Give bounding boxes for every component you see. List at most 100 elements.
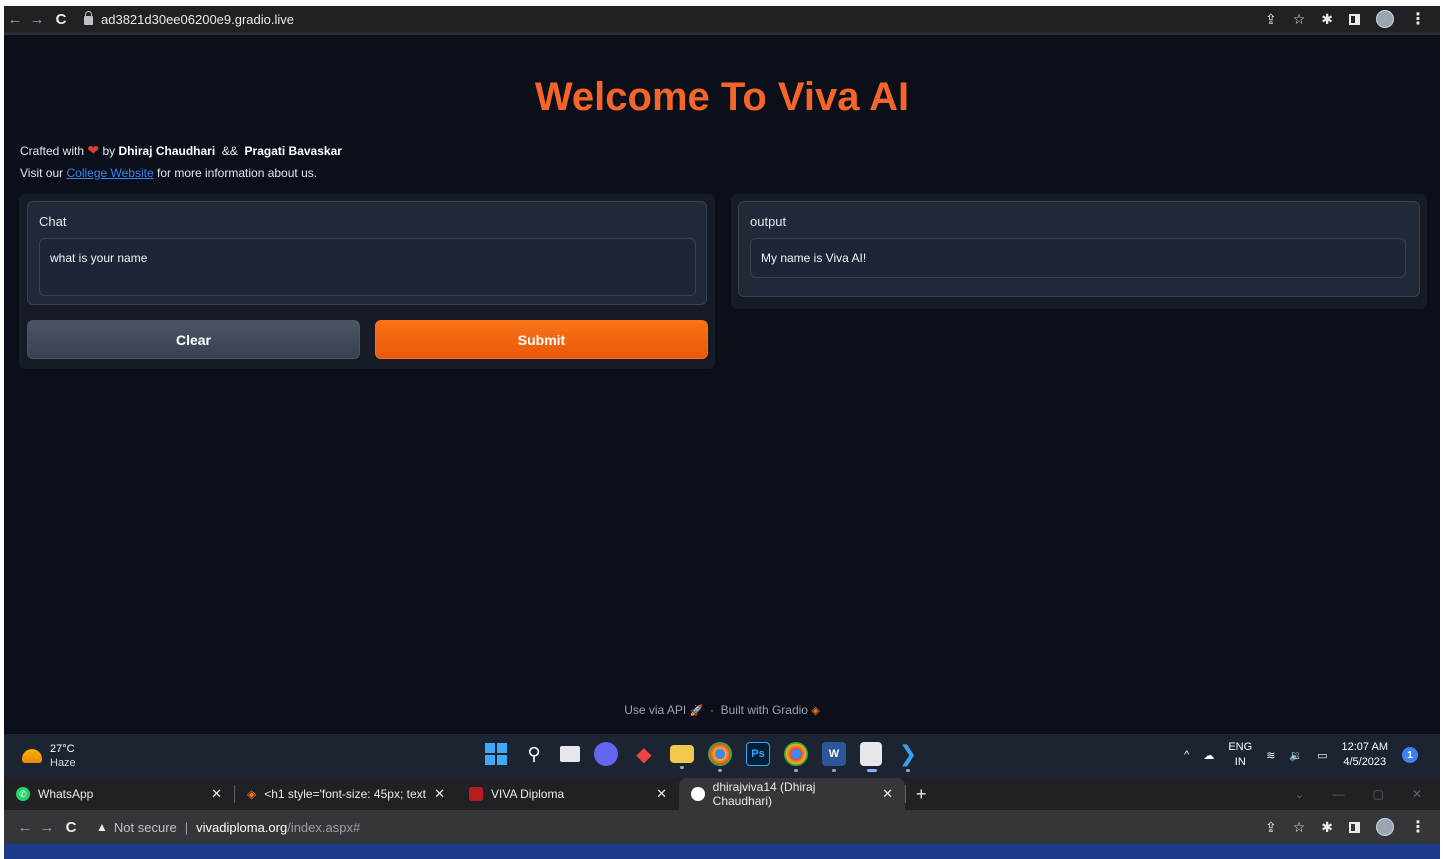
windows-start-icon[interactable] (484, 742, 508, 766)
warning-triangle-icon[interactable]: ▲ (96, 820, 108, 834)
clock[interactable]: 12:07 AM 4/5/2023 (1342, 740, 1388, 770)
lang-top: ENG (1228, 741, 1253, 753)
tab-whatsapp[interactable]: ✆ WhatsApp ✕ (4, 778, 234, 810)
output-textbox[interactable]: My name is Viva AI! (750, 238, 1406, 278)
not-secure-label[interactable]: Not secure (114, 820, 177, 835)
toolbar-right-icons-2: ⇪ ☆ ✱ ⋮ (1265, 817, 1440, 837)
output-column: output My name is Viva AI! (731, 194, 1427, 309)
address-url: ad3821d30ee06200e9.gradio.live (101, 11, 295, 27)
weather-haze-icon (22, 749, 42, 763)
onedrive-cloud-icon[interactable]: ☁ (1203, 749, 1214, 762)
back-arrow-icon[interactable]: ← (4, 6, 26, 32)
tab-viva-diploma[interactable]: VIVA Diploma ✕ (457, 778, 679, 810)
output-label: output (750, 214, 787, 229)
built-with-gradio-link[interactable]: Built with Gradio (721, 703, 808, 717)
share-icon[interactable]: ⇪ (1265, 11, 1277, 28)
minimize-icon[interactable]: — (1333, 787, 1345, 801)
credits: Crafted with ❤ by Dhiraj Chaudhari && Pr… (20, 139, 342, 184)
search-icon[interactable]: ⚲ (522, 742, 546, 766)
vscode-icon[interactable]: ❯ (896, 741, 920, 772)
task-view-icon[interactable] (560, 746, 580, 762)
reload-icon[interactable]: C (50, 6, 72, 32)
extensions-puzzle-icon[interactable]: ✱ (1321, 11, 1333, 28)
extensions-puzzle-icon[interactable]: ✱ (1321, 819, 1333, 836)
visit-line: Visit our College Website for more infor… (20, 162, 342, 184)
browser-toolbar-2: ← → C ▲ Not secure | vivadiploma.org/ind… (4, 810, 1440, 844)
file-explorer-icon[interactable] (670, 745, 694, 769)
share-icon[interactable]: ⇪ (1265, 819, 1277, 836)
bookmark-star-icon[interactable]: ☆ (1293, 11, 1306, 28)
weather-widget[interactable]: 27°C Haze (22, 742, 76, 770)
bookmark-star-icon[interactable]: ☆ (1293, 819, 1306, 836)
url-path: /index.aspx# (287, 819, 361, 835)
maximize-icon[interactable]: ▢ (1373, 787, 1384, 801)
browser-toolbar: ← → C ad3821d30ee06200e9.gradio.live ⇪ ☆… (4, 6, 1440, 32)
tab-label: WhatsApp (38, 787, 94, 801)
address-url-2[interactable]: vivadiploma.org/index.aspx# (196, 820, 360, 835)
forward-arrow-icon[interactable]: → (26, 6, 48, 32)
authors-and: && (221, 144, 238, 158)
snipping-tool-icon[interactable] (860, 742, 882, 772)
reload-icon[interactable]: C (60, 814, 82, 840)
weather-desc: Haze (50, 757, 76, 769)
gradio-app: Welcome To Viva AI Crafted with ❤ by Dhi… (4, 32, 1440, 734)
language-indicator[interactable]: ENG IN (1228, 740, 1252, 770)
heart-icon: ❤ (87, 142, 100, 158)
photoshop-icon[interactable]: Ps (746, 742, 770, 766)
input-column: Chat what is your name Clear Submit (19, 194, 715, 369)
author-2: Pragati Bavaskar (244, 144, 342, 158)
submit-button[interactable]: Submit (375, 320, 708, 359)
menu-dots-icon[interactable]: ⋮ (1410, 9, 1426, 29)
back-arrow-icon[interactable]: ← (14, 814, 36, 840)
tab-label: VIVA Diploma (491, 787, 565, 801)
close-tab-icon[interactable]: ✕ (656, 786, 667, 802)
college-website-link[interactable]: College Website (66, 166, 153, 180)
tray-chevron-icon[interactable]: ^ (1184, 749, 1189, 761)
output-block: output My name is Viva AI! (738, 201, 1420, 297)
chrome-icon[interactable] (708, 742, 732, 772)
close-tab-icon[interactable]: ✕ (211, 786, 222, 802)
tab-label: <h1 style='font-size: 45px; text-a (264, 787, 427, 801)
close-tab-icon[interactable]: ✕ (434, 786, 445, 802)
chat-input[interactable]: what is your name (39, 238, 696, 296)
profile-avatar-icon[interactable] (1376, 10, 1394, 28)
windows-taskbar: 27°C Haze ⚲ ◆ Ps W ❯ ^ ☁ ENG IN ≋ 🔉 ▭ 12… (4, 734, 1440, 778)
close-window-icon[interactable]: ✕ (1412, 787, 1422, 801)
word-icon[interactable]: W (822, 742, 846, 772)
chat-block: Chat what is your name (27, 201, 707, 305)
menu-dots-icon[interactable]: ⋮ (1410, 817, 1426, 837)
page-content-strip (4, 844, 1440, 859)
lang-bottom: IN (1234, 756, 1246, 768)
tab-gradio[interactable]: ◈ <h1 style='font-size: 45px; text-a ✕ (235, 778, 457, 810)
clock-time: 12:07 AM (1341, 741, 1388, 753)
use-via-api-link[interactable]: Use via API (624, 703, 686, 717)
visit-prefix: Visit our (20, 166, 64, 180)
address-bar[interactable]: ad3821d30ee06200e9.gradio.live (84, 9, 294, 29)
chat-label: Chat (39, 214, 67, 229)
clear-button[interactable]: Clear (27, 320, 360, 359)
chat-teams-icon[interactable] (594, 742, 618, 766)
gradio-logo-icon: ◈ (811, 705, 820, 717)
lock-icon (84, 11, 93, 25)
wifi-icon[interactable]: ≋ (1266, 749, 1275, 762)
rocket-icon: 🚀 (689, 705, 704, 717)
side-panel-icon[interactable] (1349, 13, 1360, 25)
profile-avatar-icon[interactable] (1376, 818, 1394, 836)
side-panel-icon[interactable] (1349, 821, 1360, 833)
clock-date: 4/5/2023 (1343, 756, 1387, 768)
notification-badge[interactable]: 1 (1402, 747, 1418, 763)
weather-temp: 27°C (50, 743, 75, 755)
close-tab-icon[interactable]: ✕ (882, 786, 893, 802)
system-tray: ^ ☁ ENG IN ≋ 🔉 ▭ 12:07 AM 4/5/2023 1 (1184, 740, 1418, 770)
tab-strip: ✆ WhatsApp ✕ ◈ <h1 style='font-size: 45p… (4, 778, 1440, 810)
chrome-profile-icon[interactable] (784, 742, 808, 772)
forward-arrow-icon[interactable]: → (36, 814, 58, 840)
author-1: Dhiraj Chaudhari (118, 144, 216, 158)
tab-search-chevron-icon[interactable]: ⌄ (1295, 787, 1305, 801)
anydesk-icon[interactable]: ◆ (632, 742, 656, 766)
tab-github[interactable]: dhirajviva14 (Dhiraj Chaudhari) ✕ (679, 778, 905, 810)
volume-icon[interactable]: 🔉 (1289, 749, 1303, 762)
new-tab-icon[interactable]: + (906, 784, 937, 805)
battery-icon[interactable]: ▭ (1317, 749, 1327, 762)
gradio-icon: ◈ (247, 787, 257, 801)
